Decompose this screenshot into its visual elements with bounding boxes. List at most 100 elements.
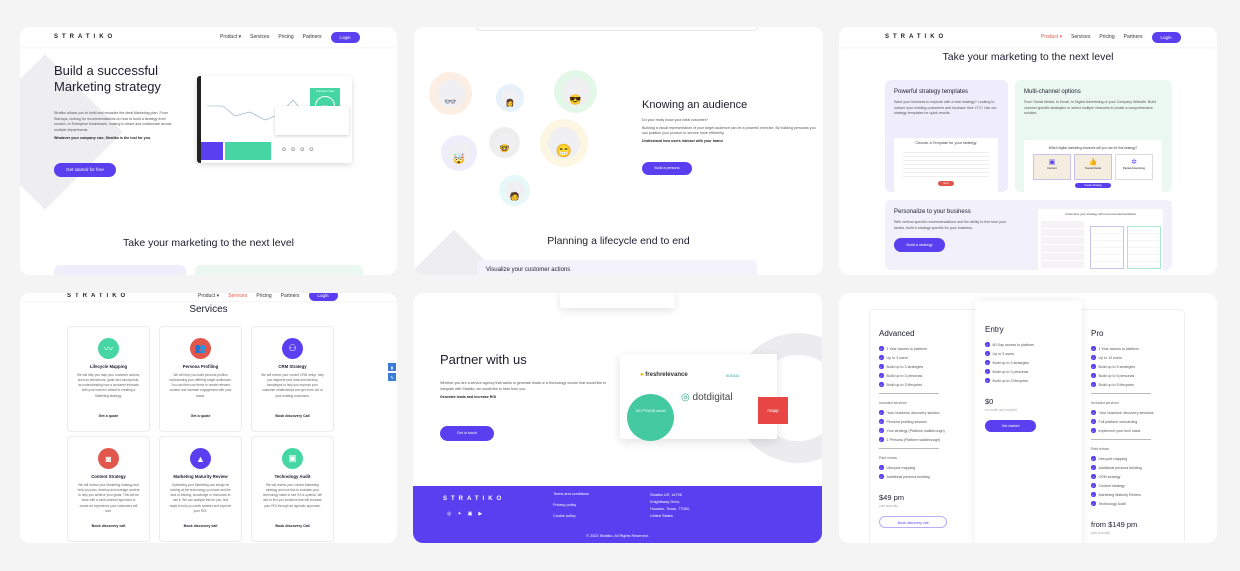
nav-services[interactable]: Services: [250, 34, 269, 40]
get-started-button[interactable]: Get started: [985, 420, 1036, 432]
footer-link-cookies[interactable]: Cookie policy: [553, 511, 589, 522]
footer-link-privacy[interactable]: Privacy policy: [553, 500, 589, 511]
check-icon: ✓: [879, 364, 884, 369]
feature-card-peek: [54, 265, 186, 275]
service-link[interactable]: Book discovery call: [160, 524, 241, 528]
footer-logo[interactable]: STRATIKO: [443, 496, 505, 502]
twitter-icon[interactable]: ✦: [457, 511, 461, 517]
partner-logos-card: ● freshrelevance sociuu 100 POUND social…: [620, 354, 788, 441]
youtube-icon[interactable]: ▶: [478, 511, 482, 517]
nav-services[interactable]: Services: [228, 293, 247, 299]
nav-product[interactable]: Product ▾: [198, 293, 219, 299]
nav-product[interactable]: Product ▾: [1041, 34, 1062, 40]
nav-partners[interactable]: Partners: [303, 34, 322, 40]
get-started-button[interactable]: Get started for free: [54, 163, 116, 177]
partner-logo-100-pound-social[interactable]: 100 POUND social: [627, 394, 674, 441]
floating-card-edge: [560, 293, 675, 308]
nav-partners[interactable]: Partners: [281, 293, 300, 299]
nav-pricing[interactable]: Pricing: [1099, 34, 1114, 40]
hero-body: Stratiko allows you to build and visuali…: [54, 111, 172, 141]
hero-title: Build a successful Marketing strategy: [54, 63, 161, 94]
nav-links: Product ▾ Services Pricing Partners Logi…: [220, 31, 360, 43]
service-link[interactable]: Book discovery Call: [252, 524, 333, 528]
service-title: Lifecycle Mapping: [89, 364, 128, 369]
login-button[interactable]: Login: [1151, 31, 1181, 43]
nav-partners[interactable]: Partners: [1124, 34, 1143, 40]
book-discovery-button[interactable]: Book discovery call: [879, 516, 947, 528]
check-icon: ✓: [1091, 346, 1096, 351]
hierarchy-icon: ⚇: [282, 338, 303, 359]
plan-feature: ✓ Build up to 5 personas: [1091, 373, 1135, 378]
service-desc: We will help you map your customer actio…: [77, 373, 141, 398]
footer-links: Terms and conditions Privacy policy Cook…: [553, 489, 589, 522]
service-card: ⚇ CRM Strategy We will review your curre…: [251, 326, 334, 432]
partner-logo-freshrelevance[interactable]: ● freshrelevance: [640, 372, 688, 378]
services-title: Services: [189, 304, 228, 315]
check-icon: ✓: [1091, 492, 1096, 497]
check-icon: ✓: [985, 360, 990, 365]
logo[interactable]: STRATIKO: [54, 34, 116, 40]
check-icon: ✓: [879, 465, 884, 470]
section-label: Included services: [879, 401, 907, 405]
logo[interactable]: STRATIKO: [67, 293, 129, 299]
check-icon: ✓: [1091, 465, 1096, 470]
get-in-touch-button[interactable]: Get in touch: [440, 426, 494, 441]
channel-content[interactable]: ▣ Content: [1033, 154, 1071, 180]
partner-logo-sociuu[interactable]: sociuu: [726, 373, 739, 378]
channel-social-media[interactable]: 👍 Social Media: [1074, 154, 1112, 180]
side-widget-icon[interactable]: ▮: [388, 363, 396, 371]
top-nav: STRATIKO Product ▾ Services Pricing Part…: [20, 27, 397, 47]
section-label: Paid extras: [879, 456, 897, 460]
service-link[interactable]: Get a quote: [160, 414, 241, 418]
personalize-card: Personalize to your business With vertic…: [885, 200, 1172, 270]
service-title: Marketing Maturity Review: [173, 474, 228, 479]
nav-services[interactable]: Services: [1071, 34, 1090, 40]
login-button[interactable]: Login: [308, 293, 338, 301]
service-card: 👥 Persona Profiling We will help you bui…: [159, 326, 242, 432]
check-icon: ✓: [1091, 419, 1096, 424]
nav-pricing[interactable]: Pricing: [256, 293, 271, 299]
check-icon: ✓: [1091, 456, 1096, 461]
service-link[interactable]: Book discovery call: [68, 524, 149, 528]
divider: [1091, 439, 1151, 440]
plan-feature: ✓ 1 Year access to platform: [879, 346, 927, 351]
nav-product[interactable]: Product ▾: [220, 34, 241, 40]
persona-icon: 👥: [190, 338, 211, 359]
template-chooser-mock: Choose a Template for your strategy Next: [894, 138, 998, 192]
service-card: 〰 Lifecycle Mapping We will help you map…: [67, 326, 150, 432]
linkedin-icon[interactable]: ▣: [468, 511, 473, 517]
build-strategy-button[interactable]: Build a strategy: [894, 238, 945, 252]
divider: [1091, 393, 1151, 394]
persona-avatar: 😎: [554, 70, 597, 113]
persona-avatar: 🤯: [441, 135, 477, 171]
divider: [879, 448, 939, 449]
features-heading: Take your marketing to the next level: [942, 51, 1114, 63]
services-panel: STRATIKO Product ▾ Services Pricing Part…: [20, 293, 397, 543]
footer-link-terms[interactable]: Terms and conditions: [553, 489, 589, 500]
channel-digital-advertising[interactable]: ✲ Digital Advertising: [1115, 154, 1153, 180]
plan-feature: ✓ Build up to 3 lifecycles: [985, 378, 1029, 383]
plan-note: paid annually: [879, 504, 898, 508]
login-button[interactable]: Login: [330, 31, 360, 43]
check-icon: ✓: [879, 474, 884, 479]
service-link[interactable]: Book discovery Call: [252, 414, 333, 418]
channel-chooser-mock: Which digital marketing channels will yo…: [1024, 140, 1162, 192]
side-widget-icon[interactable]: ✎: [388, 373, 396, 381]
service-link[interactable]: Get a quote: [68, 414, 149, 418]
audience-panel: 👓 👩 😎 🤯 🤓 😁 🧑 Knowing an audience Do you…: [414, 27, 823, 275]
partner-logo-dotdigital[interactable]: ◎ dotdigital: [681, 392, 733, 403]
persona-avatar: 😁: [540, 119, 588, 167]
service-desc: We will review your current CRM setup, h…: [261, 373, 324, 398]
build-persona-button[interactable]: Build a persona: [642, 162, 692, 175]
plan-pro: Pro ✓ 1 Year access to platform ✓ Up to 10 u…: [1091, 329, 1153, 535]
hero-tagline: Whatever your company size, Stratiko is …: [54, 136, 152, 141]
check-icon: ✓: [985, 378, 990, 383]
instagram-icon[interactable]: ◎: [447, 511, 451, 517]
nav-pricing[interactable]: Pricing: [278, 34, 293, 40]
features-panel: STRATIKO Product ▾ Services Pricing Part…: [839, 27, 1217, 275]
plan-feature: ✓ Additional persona building: [1091, 465, 1142, 470]
logo[interactable]: STRATIKO: [885, 34, 947, 40]
partner-logo-mapp[interactable]: mapp: [758, 397, 788, 424]
service-card: ◙ Content Strategy We will review your M…: [67, 436, 150, 542]
plan-feature: ✓ 'Your business' discovery session: [879, 410, 940, 415]
